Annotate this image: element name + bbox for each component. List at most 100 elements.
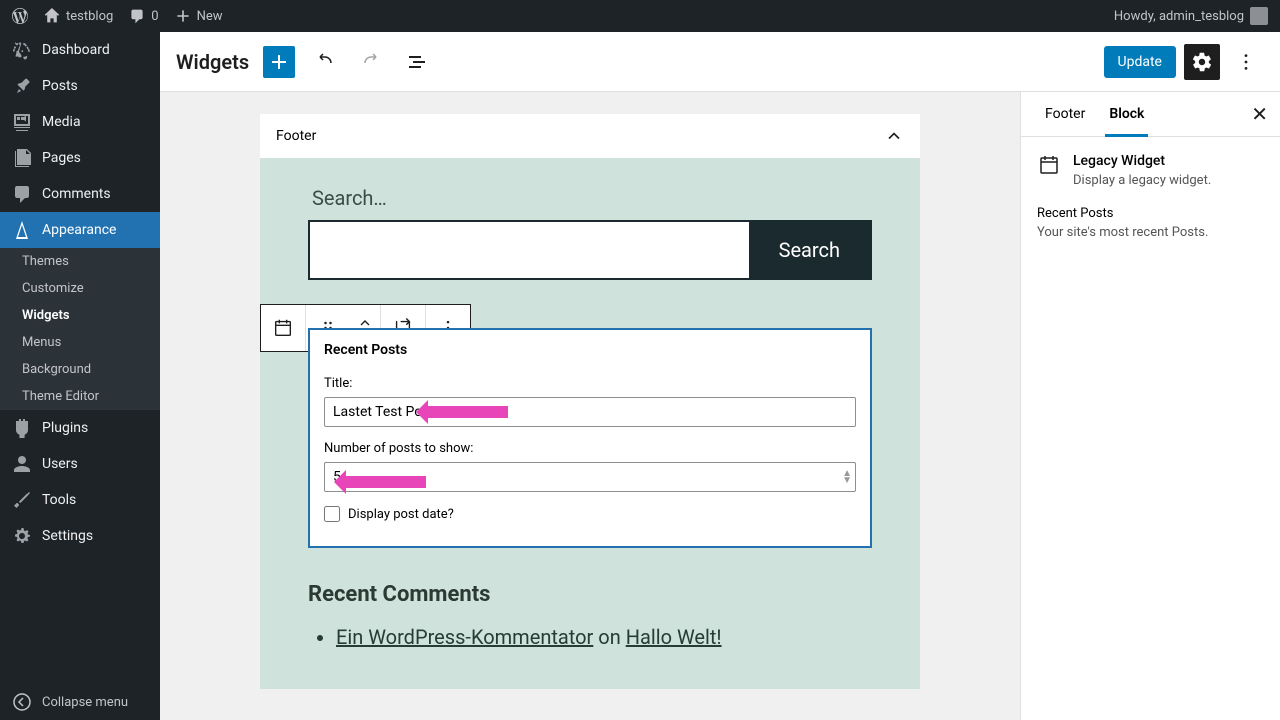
- sub-theme-editor[interactable]: Theme Editor: [0, 383, 160, 410]
- page-title: Widgets: [176, 50, 249, 74]
- sub-menus[interactable]: Menus: [0, 329, 160, 356]
- comment-on-text: on: [593, 625, 625, 649]
- admin-bar: testblog 0 New Howdy, admin_tesblog: [0, 0, 1280, 32]
- avatar: [1250, 7, 1268, 25]
- new-content[interactable]: New: [175, 8, 223, 24]
- title-input[interactable]: [324, 397, 856, 427]
- sidebar-label: Tools: [42, 492, 76, 508]
- sidebar-plugins[interactable]: Plugins: [0, 410, 160, 446]
- comment-icon: [129, 8, 145, 24]
- comment-count: 0: [151, 9, 158, 24]
- settings-button[interactable]: [1184, 44, 1220, 80]
- recent-comments-heading: Recent Comments: [308, 582, 872, 607]
- gear-icon: [1191, 51, 1213, 73]
- editor-canvas: Footer Search… Search: [160, 92, 1020, 720]
- more-options-button[interactable]: [1228, 44, 1264, 80]
- tab-footer[interactable]: Footer: [1033, 92, 1097, 136]
- sidebar-dashboard[interactable]: Dashboard: [0, 32, 160, 68]
- comment-item: Ein WordPress-Kommentator on Hallo Welt!: [336, 625, 872, 649]
- panel-tabs: Footer Block ✕: [1021, 92, 1280, 137]
- sidebar-label: Pages: [42, 150, 81, 166]
- sub-widgets[interactable]: Widgets: [0, 302, 160, 329]
- sub-customize[interactable]: Customize: [0, 275, 160, 302]
- list-icon: [405, 50, 429, 74]
- sidebar-tools[interactable]: Tools: [0, 482, 160, 518]
- dashboard-icon: [12, 40, 32, 60]
- chevron-up-icon: [357, 318, 373, 328]
- tab-block[interactable]: Block: [1097, 92, 1156, 136]
- area-title: Footer: [276, 128, 316, 144]
- sub-background[interactable]: Background: [0, 356, 160, 383]
- calendar-icon: [1037, 153, 1061, 177]
- block-type-button[interactable]: [261, 305, 305, 351]
- search-input[interactable]: [310, 222, 749, 278]
- search-label: Search…: [312, 186, 872, 210]
- pin-icon: [12, 76, 32, 96]
- widget-header: Recent Posts: [310, 330, 870, 370]
- footer-widget-area: Footer Search… Search: [260, 114, 920, 689]
- sidebar-media[interactable]: Media: [0, 104, 160, 140]
- sidebar-label: Dashboard: [42, 42, 110, 58]
- pages-icon: [12, 148, 32, 168]
- site-link[interactable]: testblog: [44, 8, 113, 24]
- sidebar-label: Media: [42, 114, 81, 130]
- close-panel-button[interactable]: ✕: [1251, 102, 1268, 126]
- sidebar-comments[interactable]: Comments: [0, 176, 160, 212]
- appearance-icon: [12, 220, 32, 240]
- comments-list: Ein WordPress-Kommentator on Hallo Welt!: [308, 625, 872, 649]
- update-button[interactable]: Update: [1104, 46, 1176, 78]
- site-name: testblog: [66, 9, 113, 24]
- number-spinner[interactable]: ▲▼: [842, 470, 852, 484]
- add-block-button[interactable]: [263, 46, 295, 78]
- new-label: New: [197, 9, 223, 24]
- sidebar-posts[interactable]: Posts: [0, 68, 160, 104]
- list-view-button[interactable]: [401, 46, 433, 78]
- sidebar-users[interactable]: Users: [0, 446, 160, 482]
- calendar-icon: [272, 317, 294, 339]
- sidebar-label: Appearance: [42, 222, 116, 238]
- display-date-checkbox[interactable]: [324, 506, 340, 522]
- comment-author-link[interactable]: Ein WordPress-Kommentator: [336, 625, 593, 649]
- dots-vertical-icon: [1235, 51, 1257, 73]
- plus-icon: [175, 8, 191, 24]
- media-icon: [12, 112, 32, 132]
- settings-icon: [12, 526, 32, 546]
- wp-logo[interactable]: [12, 8, 28, 24]
- collapse-icon: [12, 692, 32, 712]
- annotation-arrow: [428, 406, 508, 418]
- collapse-label: Collapse menu: [42, 695, 128, 710]
- collapse-menu[interactable]: Collapse menu: [0, 684, 160, 720]
- annotation-arrow: [346, 476, 426, 488]
- plugin-icon: [12, 418, 32, 438]
- home-icon: [44, 8, 60, 24]
- undo-button[interactable]: [309, 46, 341, 78]
- redo-button[interactable]: [355, 46, 387, 78]
- comment-post-link[interactable]: Hallo Welt!: [626, 625, 722, 649]
- sidebar-pages[interactable]: Pages: [0, 140, 160, 176]
- sidebar-appearance[interactable]: Appearance: [0, 212, 160, 248]
- search-widget: Search: [308, 220, 872, 280]
- display-date-label: Display post date?: [348, 507, 454, 522]
- area-header[interactable]: Footer: [260, 114, 920, 158]
- count-label: Number of posts to show:: [324, 441, 856, 456]
- sidebar-label: Comments: [42, 186, 111, 202]
- sidebar-label: Plugins: [42, 420, 88, 436]
- sidebar-label: Users: [42, 456, 78, 472]
- settings-panel: Footer Block ✕ Legacy Widget Display a l…: [1020, 92, 1280, 720]
- admin-sidebar: Dashboard Posts Media Pages Comments App…: [0, 32, 160, 720]
- recent-posts-widget[interactable]: Recent Posts Title: Number of posts to s…: [308, 328, 872, 548]
- recent-posts-title: Recent Posts: [1037, 206, 1264, 221]
- legacy-widget-desc: Display a legacy widget.: [1073, 173, 1211, 188]
- users-icon: [12, 454, 32, 474]
- redo-icon: [359, 50, 383, 74]
- comments-bubble[interactable]: 0: [129, 8, 158, 24]
- appearance-submenu: Themes Customize Widgets Menus Backgroun…: [0, 248, 160, 410]
- my-account[interactable]: Howdy, admin_tesblog: [1114, 7, 1268, 25]
- editor-header: Widgets Update: [160, 32, 1280, 92]
- sub-themes[interactable]: Themes: [0, 248, 160, 275]
- sidebar-settings[interactable]: Settings: [0, 518, 160, 554]
- search-button[interactable]: Search: [749, 222, 870, 278]
- plus-icon: [267, 50, 291, 74]
- tools-icon: [12, 490, 32, 510]
- recent-posts-desc: Your site's most recent Posts.: [1037, 225, 1264, 240]
